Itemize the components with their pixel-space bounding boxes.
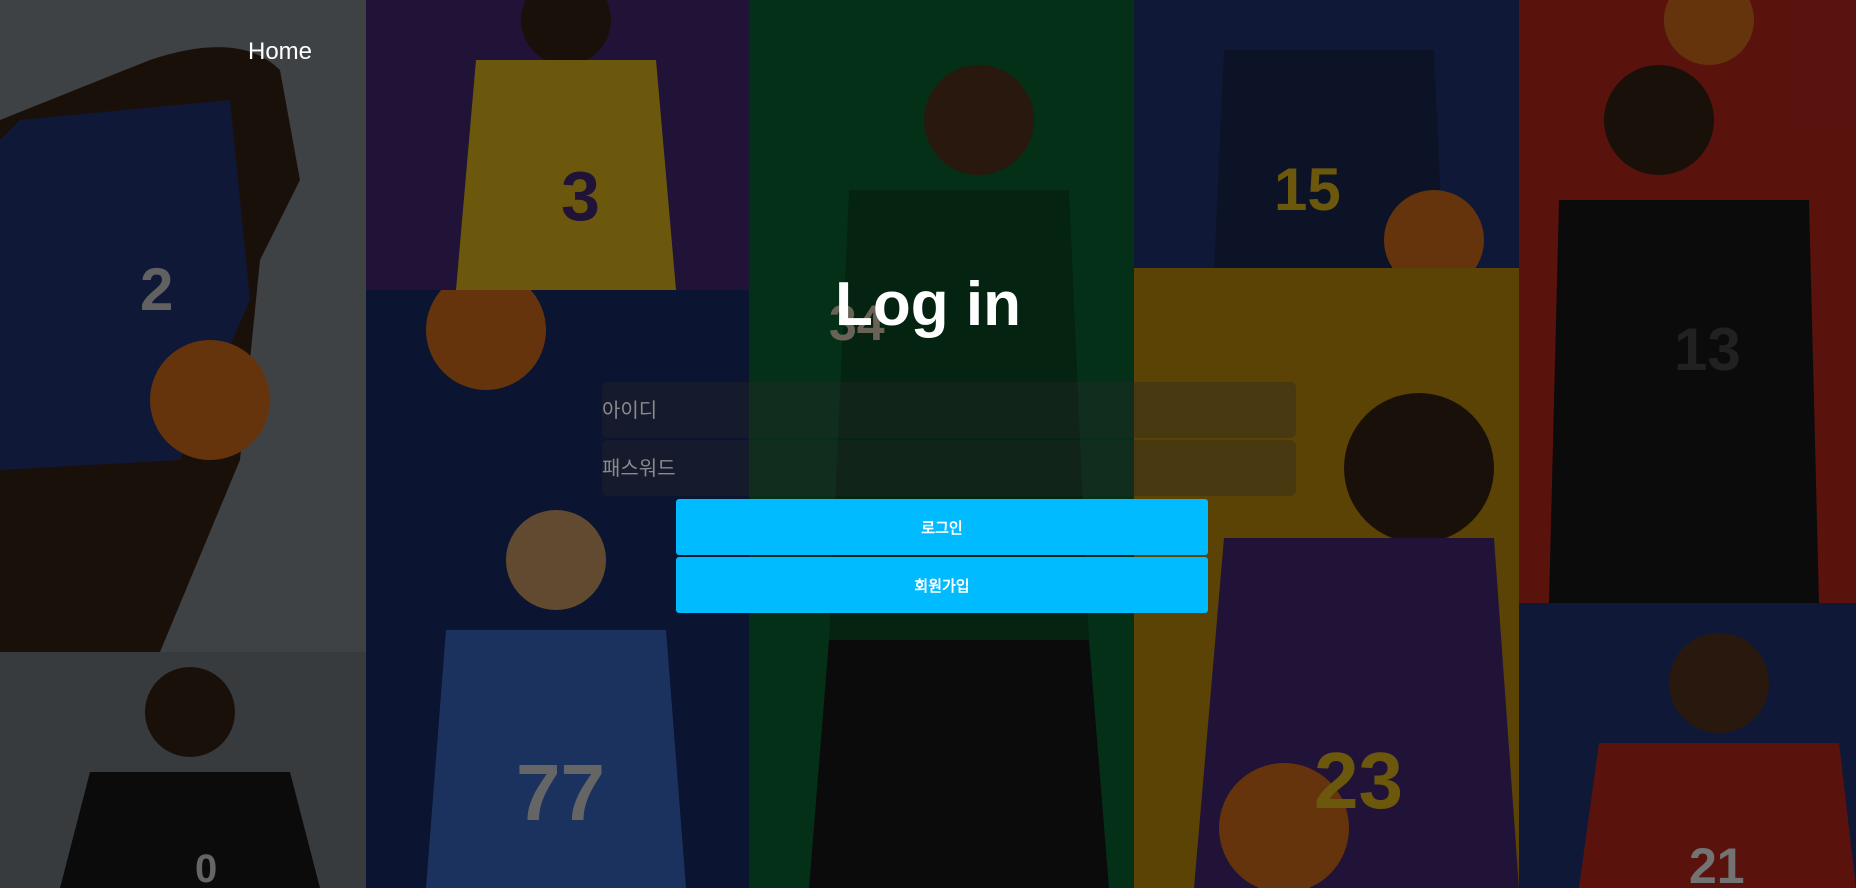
login-button[interactable]: 로그인 [676, 499, 1208, 555]
id-input[interactable] [602, 382, 1296, 438]
signup-button[interactable]: 회원가입 [676, 557, 1208, 613]
password-input[interactable] [602, 440, 1296, 496]
home-link[interactable]: Home [248, 38, 312, 66]
page-title: Log in [835, 270, 1021, 339]
